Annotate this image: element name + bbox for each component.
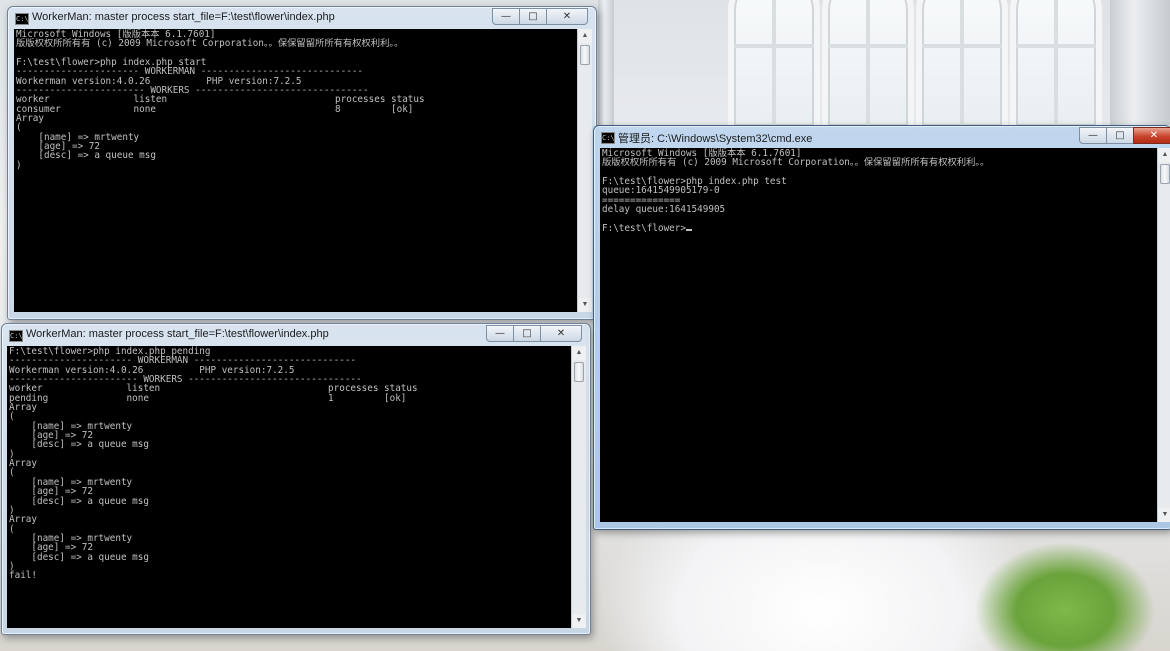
title-bar[interactable]: C:\ WorkerMan: master process start_file… bbox=[8, 7, 596, 29]
maximize-button[interactable]: □ bbox=[513, 325, 541, 342]
console-text: Microsoft Windows [版版本本 6.1.7601] 版版权权所所… bbox=[602, 148, 990, 234]
window-title: WorkerMan: master process start_file=F:\… bbox=[32, 11, 335, 23]
scroll-down-button[interactable]: ▼ bbox=[1158, 508, 1170, 522]
close-button[interactable]: ✕ bbox=[546, 8, 588, 25]
text-cursor bbox=[685, 228, 692, 231]
scroll-thumb[interactable] bbox=[1160, 164, 1170, 184]
scroll-up-button[interactable]: ▲ bbox=[578, 29, 592, 43]
console-icon: C:\ bbox=[601, 132, 615, 144]
scroll-thumb[interactable] bbox=[580, 45, 590, 65]
console-window-cmd[interactable]: C:\ 管理员: C:\Windows\System32\cmd.exe — □… bbox=[593, 125, 1170, 530]
background-arched-window bbox=[916, 0, 1008, 132]
console-icon: C:\ bbox=[9, 330, 23, 342]
vertical-scrollbar[interactable]: ▲ ▼ bbox=[1157, 148, 1170, 522]
scroll-down-button[interactable]: ▼ bbox=[578, 298, 592, 312]
scroll-up-button[interactable]: ▲ bbox=[1158, 148, 1170, 162]
minimize-button[interactable]: — bbox=[1079, 127, 1107, 144]
close-button[interactable]: ✕ bbox=[540, 325, 582, 342]
vertical-scrollbar[interactable]: ▲ ▼ bbox=[577, 29, 592, 312]
background-pillar bbox=[1110, 0, 1170, 125]
maximize-button[interactable]: □ bbox=[519, 8, 547, 25]
window-title: 管理员: C:\Windows\System32\cmd.exe bbox=[618, 133, 813, 145]
title-bar[interactable]: C:\ WorkerMan: master process start_file… bbox=[2, 324, 590, 346]
console-output[interactable]: Microsoft Windows [版版本本 6.1.7601] 版版权权所所… bbox=[14, 29, 577, 312]
title-bar[interactable]: C:\ 管理员: C:\Windows\System32\cmd.exe — □… bbox=[594, 126, 1170, 148]
console-output[interactable]: Microsoft Windows [版版本本 6.1.7601] 版版权权所所… bbox=[600, 148, 1157, 522]
maximize-button[interactable]: □ bbox=[1106, 127, 1134, 144]
scroll-up-button[interactable]: ▲ bbox=[572, 346, 586, 360]
background-pillar bbox=[598, 0, 614, 125]
vertical-scrollbar[interactable]: ▲ ▼ bbox=[571, 346, 586, 628]
console-window-start[interactable]: C:\ WorkerMan: master process start_file… bbox=[7, 6, 597, 320]
close-button[interactable]: ✕ bbox=[1133, 127, 1170, 144]
scroll-thumb[interactable] bbox=[574, 362, 584, 382]
minimize-button[interactable]: — bbox=[486, 325, 514, 342]
console-window-pending[interactable]: C:\ WorkerMan: master process start_file… bbox=[1, 323, 591, 635]
background-arched-window bbox=[1010, 0, 1102, 132]
console-text: F:\test\flower>php index.php pending ---… bbox=[9, 346, 418, 582]
console-icon: C:\ bbox=[15, 13, 29, 25]
background-arched-window bbox=[728, 0, 820, 132]
background-arched-window bbox=[822, 0, 914, 132]
scroll-down-button[interactable]: ▼ bbox=[572, 614, 586, 628]
minimize-button[interactable]: — bbox=[492, 8, 520, 25]
console-output[interactable]: F:\test\flower>php index.php pending ---… bbox=[7, 346, 572, 628]
console-text: Microsoft Windows [版版本本 6.1.7601] 版版权权所所… bbox=[16, 29, 425, 171]
window-title: WorkerMan: master process start_file=F:\… bbox=[26, 328, 329, 340]
